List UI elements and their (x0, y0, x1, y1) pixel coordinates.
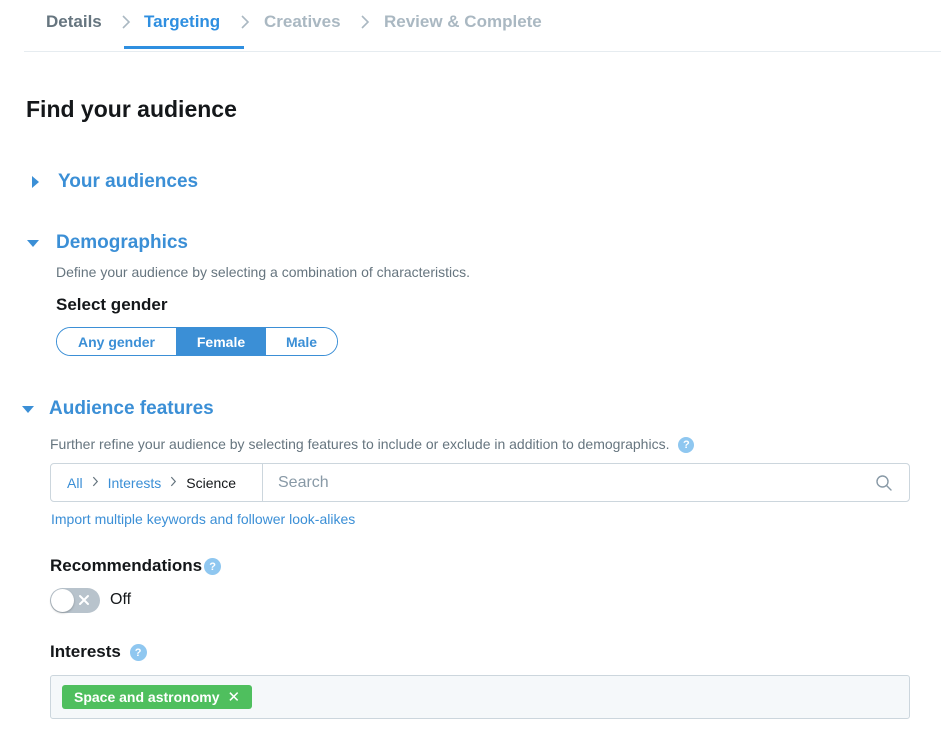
breadcrumb-science: Science (186, 474, 237, 491)
gender-any-button[interactable]: Any gender (57, 328, 177, 355)
audience-features-description-text: Further refine your audience by selectin… (50, 436, 670, 452)
import-keywords-link[interactable]: Import multiple keywords and follower lo… (51, 511, 355, 527)
search-input[interactable] (263, 464, 875, 501)
step-targeting[interactable]: Targeting (144, 12, 220, 32)
recommendations-state: Off (110, 591, 132, 608)
help-icon[interactable]: ? (678, 437, 695, 454)
close-icon[interactable]: ✕ (228, 688, 241, 706)
breadcrumb-all[interactable]: All (67, 475, 83, 491)
close-icon (79, 595, 89, 605)
page-title: Find your audience (26, 96, 237, 122)
chevron-right-icon (358, 14, 372, 30)
interests-label: Interests ? (50, 642, 147, 662)
audience-features-header[interactable]: Audience features (21, 398, 214, 420)
stepper: Details Targeting Creatives Review & Com… (24, 0, 941, 52)
help-icon[interactable]: ? (204, 558, 222, 576)
demographics-title: Demographics (56, 232, 188, 253)
recommendations-label-text: Recommendations (50, 556, 203, 575)
audience-features-description: Further refine your audience by selectin… (50, 436, 695, 454)
caret-down-icon (27, 240, 39, 247)
gender-segmented-control: Any gender Female Male (56, 327, 338, 356)
breadcrumb-interests[interactable]: Interests (108, 475, 162, 491)
gender-male-button[interactable]: Male (266, 328, 337, 355)
audience-features-title: Audience features (49, 398, 214, 419)
interests-tags-box[interactable]: Space and astronomy ✕ (50, 675, 910, 719)
chevron-right-icon (238, 14, 252, 30)
recommendations-toggle[interactable] (50, 588, 100, 613)
step-review-complete[interactable]: Review & Complete (384, 12, 542, 32)
demographics-header[interactable]: Demographics (26, 232, 188, 254)
step-details[interactable]: Details (46, 12, 102, 32)
interest-tag-label: Space and astronomy (74, 689, 220, 705)
active-step-underline (124, 46, 244, 49)
feature-search-box: All Interests Science (50, 463, 910, 502)
step-creatives[interactable]: Creatives (264, 12, 341, 32)
select-gender-label: Select gender (56, 295, 168, 314)
help-icon[interactable]: ? (129, 644, 147, 662)
chevron-right-icon (170, 476, 177, 490)
interest-tag: Space and astronomy ✕ (62, 685, 253, 709)
your-audiences-title: Your audiences (58, 171, 199, 192)
your-audiences-header[interactable]: Your audiences (28, 171, 198, 193)
caret-down-icon (22, 406, 34, 413)
recommendations-label: Recommendations? (50, 556, 222, 576)
breadcrumb: All Interests Science (51, 464, 263, 501)
search-icon[interactable] (875, 474, 893, 492)
chevron-right-icon (92, 476, 99, 490)
demographics-description: Define your audience by selecting a comb… (56, 264, 470, 280)
chevron-right-icon (119, 14, 133, 30)
gender-female-button[interactable]: Female (177, 328, 266, 355)
interests-label-text: Interests (50, 642, 121, 661)
caret-right-icon (32, 176, 39, 188)
toggle-knob (51, 589, 74, 612)
